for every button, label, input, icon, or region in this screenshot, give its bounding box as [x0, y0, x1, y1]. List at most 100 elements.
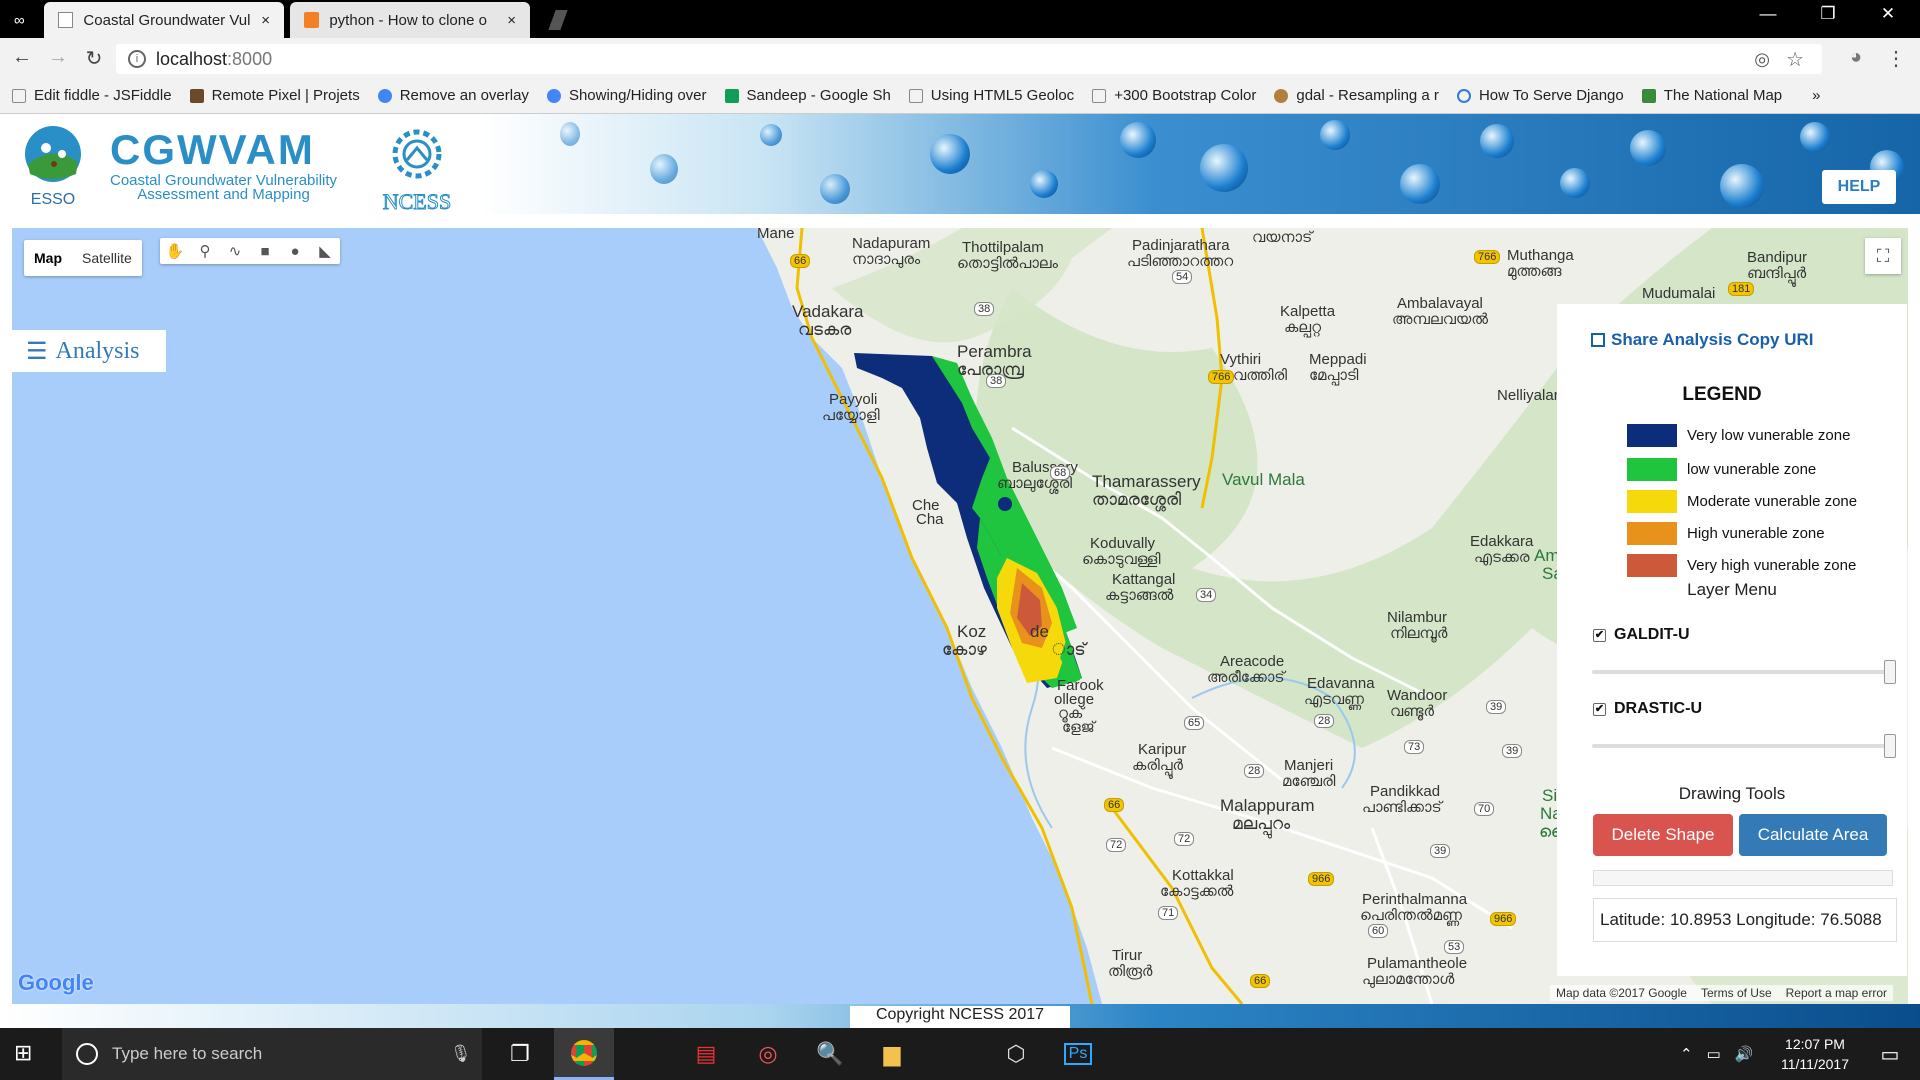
bookmark-item[interactable]: Remove an overlay	[377, 87, 529, 104]
location-icon[interactable]: ◎	[1754, 49, 1770, 70]
taskbar-clock[interactable]: 12:07 PM 11/11/2017	[1770, 1034, 1860, 1074]
place-label: Wandoor	[1387, 687, 1448, 704]
taskbar-search[interactable]: Type here to search 🎙	[62, 1028, 482, 1080]
place-label: പെരിന്തൽമണ്ണ	[1360, 907, 1462, 924]
fullscreen-icon[interactable]: ⛶	[1865, 238, 1901, 274]
minimize-button[interactable]: —	[1740, 4, 1796, 24]
report-error-link[interactable]: Report a map error	[1786, 986, 1887, 1000]
app-name: CGWVAM	[110, 126, 315, 173]
circle-icon[interactable]: ●	[280, 238, 310, 264]
share-analysis-link[interactable]: Share Analysis Copy URI	[1591, 330, 1814, 350]
maximize-button[interactable]: ❐	[1800, 4, 1856, 24]
extension-icon[interactable]: ◕	[1842, 46, 1870, 69]
place-label: മേപ്പാടി	[1309, 367, 1359, 384]
place-label: Thamarassery	[1092, 472, 1201, 491]
bookmark-item[interactable]: Remote Pixel | Projets	[189, 87, 360, 104]
task-view-icon[interactable]: ❐	[490, 1028, 550, 1080]
road-shield: 73	[1404, 740, 1425, 754]
info-icon[interactable]: i	[128, 50, 146, 68]
notifications-icon[interactable]: ▭	[1860, 1028, 1920, 1080]
hand-icon[interactable]: ✋	[160, 238, 190, 264]
polyline-icon[interactable]: ∿	[220, 238, 250, 264]
battery-icon[interactable]: ▭	[1707, 1045, 1721, 1063]
bookmark-item[interactable]: gdal - Resampling a r	[1274, 87, 1439, 104]
windows-start-icon[interactable]: ⊞	[14, 1040, 50, 1068]
place-label: എടക്കര	[1474, 549, 1530, 566]
chevron-up-icon[interactable]: ⌃	[1680, 1045, 1693, 1063]
address-bar[interactable]: i localhost:8000 ◎ ☆	[116, 44, 1822, 74]
layer-galdit[interactable]: ✔ GALDIT-U	[1593, 626, 1690, 644]
tab-coastal-groundwater[interactable]: Coastal Groundwater Vul ×	[44, 2, 284, 38]
place-label: തിരൂർ	[1108, 963, 1153, 980]
slider-thumb[interactable]	[1884, 734, 1896, 758]
star-icon[interactable]: ☆	[1786, 47, 1804, 72]
polygon-icon[interactable]: ◣	[310, 238, 340, 264]
new-tab-button[interactable]	[538, 2, 578, 38]
bookmarks-overflow-button[interactable]: »	[1812, 87, 1820, 104]
photoshop-icon[interactable]: Ps	[1048, 1028, 1108, 1080]
bookmark-item[interactable]: Showing/Hiding over	[546, 87, 707, 104]
chrome-icon[interactable]	[554, 1028, 614, 1080]
microphone-icon[interactable]: 🎙	[450, 1044, 472, 1064]
legend-item: low vunerable zone	[1627, 458, 1816, 481]
forward-button[interactable]: →	[44, 46, 72, 69]
drastic-opacity-slider[interactable]	[1592, 734, 1896, 758]
clock-date: 11/11/2017	[1781, 1056, 1849, 1072]
place-label: എടവണ്ണ	[1304, 691, 1364, 708]
galdit-opacity-slider[interactable]	[1592, 660, 1896, 684]
map-canvas[interactable]: Mane Nadapuram നാദാപുരം Thottilpalam തൊട…	[12, 228, 1908, 1004]
ncess-label: NCESS	[382, 189, 452, 215]
bookmark-item[interactable]: Sandeep - Google Sh	[724, 87, 891, 104]
bookmark-item[interactable]: Using HTML5 Geoloc	[908, 87, 1074, 104]
place-label: Manjeri	[1284, 757, 1334, 774]
place-label: വടകര	[798, 320, 852, 339]
bookmark-item[interactable]: +300 Bootstrap Color	[1092, 87, 1256, 104]
area-result-field	[1593, 870, 1893, 886]
help-button[interactable]: HELP	[1822, 170, 1896, 204]
place-label: അമ്പലവയൽ	[1392, 311, 1488, 328]
bookmark-item[interactable]: Edit fiddle - JSFiddle	[12, 87, 172, 104]
reload-button[interactable]: ↻	[80, 46, 108, 71]
map-type-control: Map Satellite	[24, 240, 142, 276]
slider-thumb[interactable]	[1884, 660, 1896, 684]
tab-close-icon[interactable]: ×	[261, 12, 270, 29]
app-icon[interactable]: ◎	[738, 1028, 798, 1080]
bookmark-item[interactable]: The National Map	[1641, 87, 1782, 104]
menu-icon[interactable]: ⋮	[1882, 46, 1910, 71]
legend-label: Very low vunerable zone	[1687, 427, 1851, 444]
layer-checkbox[interactable]: ✔	[1593, 628, 1606, 642]
place-label: കരിപ്പൂർ	[1132, 757, 1184, 774]
volume-icon[interactable]: 🔊	[1735, 1045, 1754, 1063]
tab-title: Coastal Groundwater Vul	[83, 11, 251, 29]
map-type-satellite-button[interactable]: Satellite	[72, 240, 142, 276]
terms-link[interactable]: Terms of Use	[1701, 986, 1772, 1000]
close-window-button[interactable]: ✕	[1860, 4, 1916, 24]
road-shield: 66	[1104, 798, 1125, 812]
road-shield: 66	[1250, 974, 1271, 988]
3d-box-icon[interactable]: ⬡	[986, 1028, 1046, 1080]
file-explorer-icon[interactable]: ▆	[862, 1028, 922, 1080]
browser-menu-icon[interactable]: ∞	[0, 2, 40, 38]
layer-checkbox[interactable]: ✔	[1593, 702, 1606, 716]
bookmark-item[interactable]: How To Serve Django	[1456, 87, 1624, 104]
rectangle-icon[interactable]: ■	[250, 238, 280, 264]
system-tray: ⌃ ▭ 🔊	[1680, 1028, 1753, 1080]
tab-close-icon[interactable]: ×	[507, 12, 516, 29]
place-label: Si	[1542, 786, 1558, 805]
delete-shape-button[interactable]: Delete Shape	[1593, 814, 1733, 856]
analysis-button[interactable]: ☰ Analysis	[12, 330, 166, 372]
gis-icon	[1274, 88, 1289, 103]
tab-python-clone[interactable]: python - How to clone o ×	[290, 2, 530, 38]
layer-drastic[interactable]: ✔ DRASTIC-U	[1593, 700, 1702, 718]
place-label: കല്പറ്റ	[1284, 319, 1322, 336]
pdf-reader-icon[interactable]: ▤	[676, 1028, 736, 1080]
back-button[interactable]: ←	[8, 46, 36, 69]
calculate-area-button[interactable]: Calculate Area	[1739, 814, 1887, 856]
decor-drop	[820, 174, 850, 204]
map-type-map-button[interactable]: Map	[24, 240, 72, 276]
app-subtitle-line2: Assessment and Mapping	[137, 186, 310, 203]
marker-icon[interactable]: ⚲	[190, 238, 220, 264]
place-label: Nilambur	[1387, 609, 1448, 626]
magnifier-icon[interactable]: 🔍	[800, 1028, 860, 1080]
place-label: Edakkara	[1470, 533, 1534, 550]
